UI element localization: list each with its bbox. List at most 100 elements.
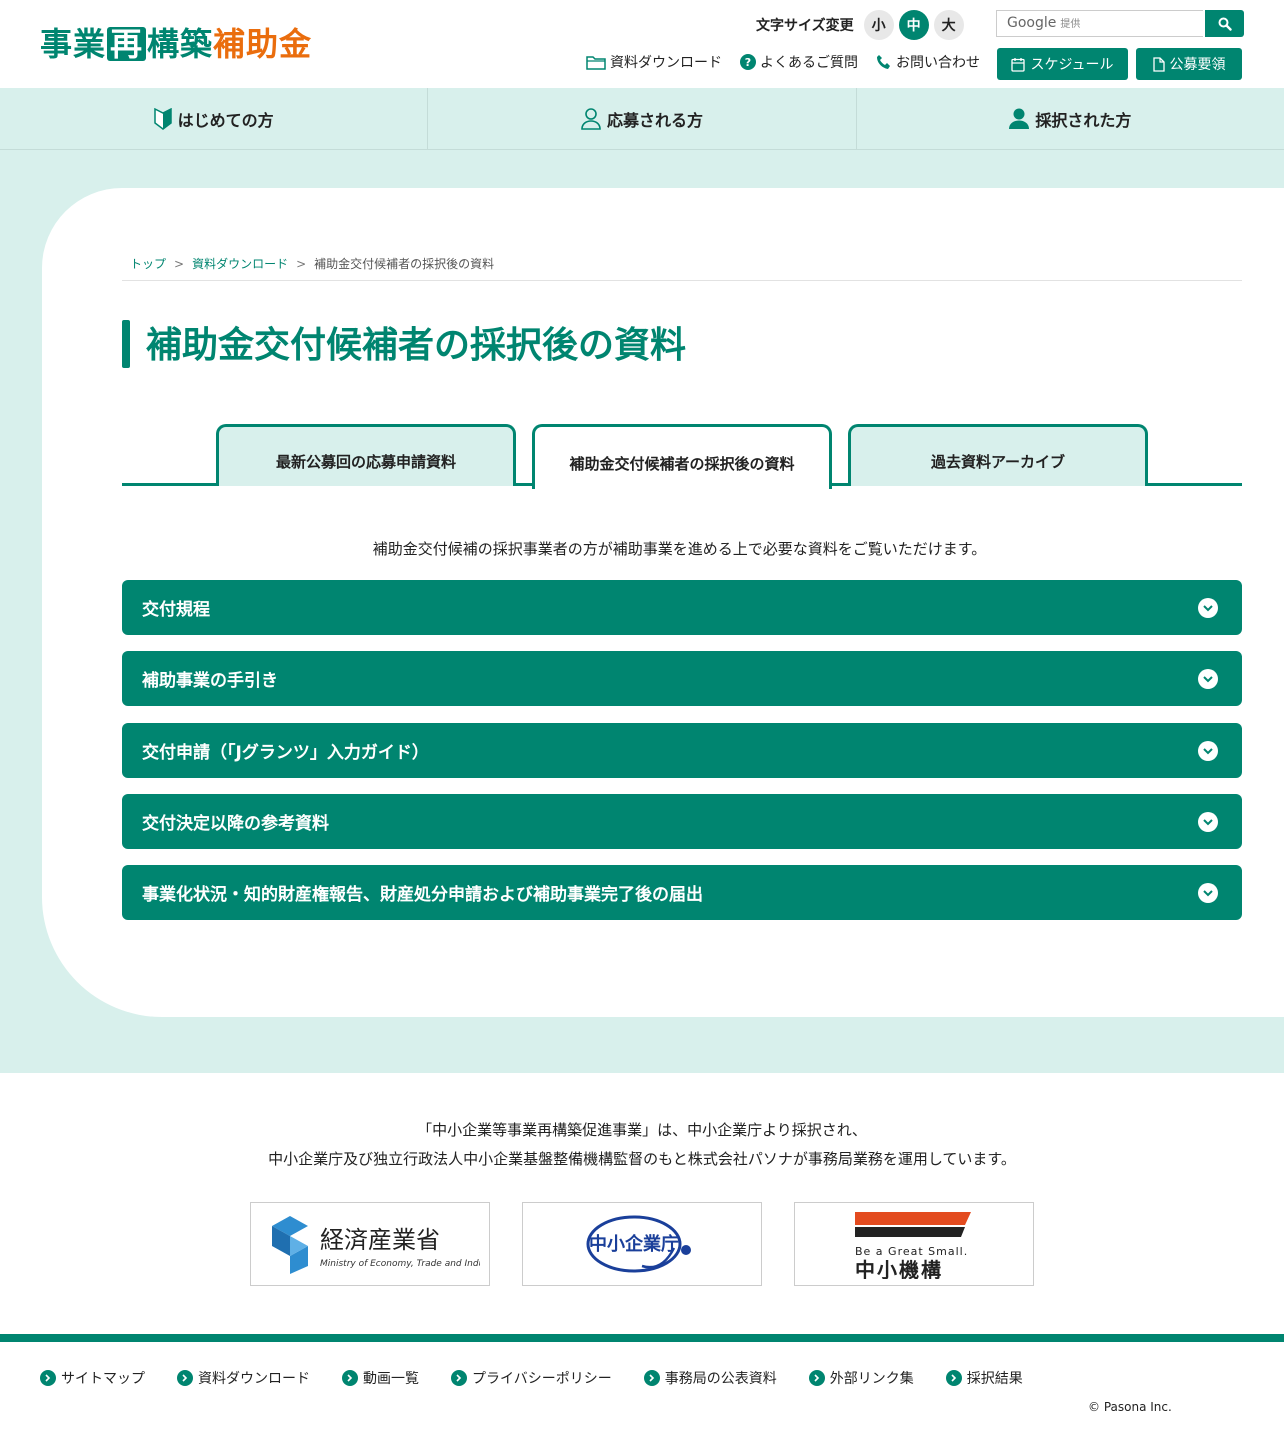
chevron-right-icon [451, 1370, 467, 1386]
footer-link-label: 動画一覧 [363, 1371, 419, 1387]
tab-latest-application-label: 最新公募回の応募申請資料 [275, 453, 456, 471]
footer-link-sitemap[interactable]: サイトマップ [40, 1368, 145, 1388]
util-link-contact[interactable]: お問い合わせ [876, 52, 980, 72]
copyright: © Pasona Inc. [1088, 1400, 1172, 1414]
footer-link-label: プライバシーポリシー [472, 1371, 612, 1387]
logo-text-4: 補助金 [213, 25, 313, 63]
logo-text-2: 再 [107, 27, 147, 61]
svg-text:中小機構: 中小機構 [855, 1258, 943, 1279]
nav-item-adopted[interactable]: 採択された方 [857, 88, 1284, 149]
nav-item-adopted-label: 採択された方 [1035, 110, 1132, 130]
footer-link-label: 採択結果 [966, 1371, 1023, 1387]
logo-text-1: 事業 [40, 25, 107, 63]
footer-link-label: サイトマップ [61, 1371, 145, 1387]
footer-link-label: 資料ダウンロード [198, 1371, 310, 1387]
font-size-small-button[interactable]: 小 [863, 10, 894, 40]
utility-links: 資料ダウンロード ? よくあるご質問 お問い合わせ [586, 52, 998, 72]
search-input[interactable]: Google 提供 [996, 10, 1203, 37]
search-button[interactable] [1205, 10, 1244, 37]
accordion-koufu-shinsei[interactable]: 交付申請（「Jグランツ」入力ガイド） [122, 723, 1242, 778]
accordion-jigyoka-houkoku[interactable]: 事業化状況・知的財産権報告、財産処分申請および補助事業完了後の届出 [122, 865, 1242, 920]
chevron-right-icon [643, 1370, 660, 1386]
smrj-logo: Be a Great Small. 中小機構 [855, 1212, 971, 1279]
tab-post-adoption-label: 補助金交付候補者の採択後の資料 [569, 454, 795, 473]
footer-link-videos[interactable]: 動画一覧 [342, 1368, 419, 1388]
footer-note-line-1: 「中小企業等事業再構築促進事業」は、中小企業庁より採択され、 [417, 1121, 867, 1139]
accordion-label: 交付決定以降の参考資料 [142, 814, 329, 834]
accordion-label: 交付規程 [142, 600, 210, 620]
breadcrumb-separator: > [174, 256, 185, 271]
nav-item-applicants[interactable]: 応募される方 [428, 88, 857, 149]
beginner-mark-icon [153, 107, 172, 130]
footer-links: サイトマップ 資料ダウンロード 動画一覧 プライバシーポリシー 事務局の公表資料… [40, 1368, 1055, 1388]
page-title: 補助金交付候補者の採択後の資料 [146, 325, 687, 366]
util-link-contact-label: お問い合わせ [896, 55, 980, 71]
breadcrumb-current: 補助金交付候補者の採択後の資料 [314, 257, 495, 271]
breadcrumb-download[interactable]: 資料ダウンロード [192, 255, 288, 272]
search-placeholder-brand: Google [1007, 15, 1057, 31]
lead-text: 補助金交付候補の採択事業者の方が補助事業を進める上で必要な資料をご覧いただけます… [372, 540, 987, 558]
nav-item-beginners[interactable]: はじめての方 [0, 88, 429, 149]
breadcrumb-divider [122, 280, 1242, 281]
svg-text:経済産業省: 経済産業省 [320, 1226, 440, 1254]
footer-link-external[interactable]: 外部リンク集 [808, 1368, 914, 1388]
meti-logo-link[interactable]: 経済産業省 Ministry of Economy, Trade and Ind… [250, 1202, 490, 1286]
breadcrumb-separator: > [296, 256, 307, 271]
accordion-sanko-shiryo[interactable]: 交付決定以降の参考資料 [122, 794, 1242, 849]
nav-item-beginners-label: はじめての方 [177, 110, 274, 130]
util-link-faq-label: よくあるご質問 [760, 55, 858, 71]
chevron-down-icon [1198, 812, 1218, 832]
svg-text:Be a Great Small.: Be a Great Small. [855, 1245, 968, 1258]
chevron-right-icon [808, 1370, 825, 1386]
koubo-guidelines-button[interactable]: 公募要領 [1136, 48, 1242, 80]
chevron-right-icon [177, 1370, 193, 1386]
global-nav: はじめての方 応募される方 採択された方 [0, 88, 1284, 150]
meti-logo: 経済産業省 Ministry of Economy, Trade and Ind… [272, 1216, 480, 1274]
accordion-label: 事業化状況・知的財産権報告、財産処分申請および補助事業完了後の届出 [142, 885, 703, 905]
smrj-logo-link[interactable]: Be a Great Small. 中小機構 [794, 1202, 1034, 1286]
document-icon [1152, 56, 1165, 72]
chevron-right-icon [945, 1370, 962, 1386]
site-search: Google 提供 [996, 10, 1244, 37]
phone-icon [877, 55, 890, 69]
tab-post-adoption[interactable]: 補助金交付候補者の採択後の資料 [532, 424, 832, 489]
svg-text:中小企業庁: 中小企業庁 [589, 1233, 679, 1255]
svg-text:?: ? [745, 56, 751, 69]
util-link-faq[interactable]: ? よくあるご質問 [740, 52, 858, 72]
logo-text-3: 構築 [147, 25, 214, 63]
breadcrumb: トップ > 資料ダウンロード > 補助金交付候補者の採択後の資料 [130, 255, 494, 272]
font-size-label: 文字サイズ変更 [756, 18, 854, 34]
person-outline-icon [581, 107, 601, 130]
folder-icon [586, 56, 606, 70]
footer-link-public-docs[interactable]: 事務局の公表資料 [643, 1368, 777, 1388]
footer-link-download[interactable]: 資料ダウンロード [177, 1368, 310, 1388]
accordion-koufu-kitei[interactable]: 交付規程 [122, 580, 1242, 635]
breadcrumb-top[interactable]: トップ [130, 255, 166, 272]
font-size-switcher: 文字サイズ変更 小 中 大 [756, 10, 969, 40]
site-header: 事業再構築補助金 文字サイズ変更 小 中 大 Google 提供 資料ダウンロード… [0, 0, 1284, 88]
footer-link-privacy[interactable]: プライバシーポリシー [451, 1368, 612, 1388]
footer-link-label: 外部リンク集 [829, 1371, 914, 1387]
title-accent-bar [122, 320, 130, 368]
chusho-logo-link[interactable]: 中小企業庁 [522, 1202, 762, 1286]
schedule-button[interactable]: スケジュール [997, 48, 1128, 80]
util-link-download[interactable]: 資料ダウンロード [586, 52, 722, 72]
question-icon: ? [740, 54, 756, 70]
chevron-down-icon [1198, 741, 1218, 761]
font-size-large-button[interactable]: 大 [933, 10, 964, 40]
font-size-medium-button[interactable]: 中 [898, 10, 929, 40]
footer-divider [0, 1334, 1284, 1342]
calendar-icon [1011, 57, 1026, 72]
tab-latest-application[interactable]: 最新公募回の応募申請資料 [216, 424, 516, 486]
tab-archive[interactable]: 過去資料アーカイブ [848, 424, 1148, 486]
nav-item-applicants-label: 応募される方 [606, 110, 703, 130]
footer-note-line-2: 中小企業庁及び独立行政法人中小企業基盤整備機構監督のもと株式会社パソナが事務局業… [268, 1150, 1016, 1168]
site-logo[interactable]: 事業再構築補助金 [40, 24, 312, 64]
footer-note: 「中小企業等事業再構築促進事業」は、中小企業庁より採択され、 中小企業庁及び独立… [0, 1116, 1284, 1174]
chevron-right-icon [40, 1370, 56, 1386]
chevron-down-icon [1198, 598, 1218, 618]
accordion-tebiki[interactable]: 補助事業の手引き [122, 651, 1242, 706]
chevron-right-icon [342, 1370, 358, 1386]
util-link-download-label: 資料ダウンロード [610, 55, 722, 71]
footer-link-results[interactable]: 採択結果 [945, 1368, 1023, 1388]
